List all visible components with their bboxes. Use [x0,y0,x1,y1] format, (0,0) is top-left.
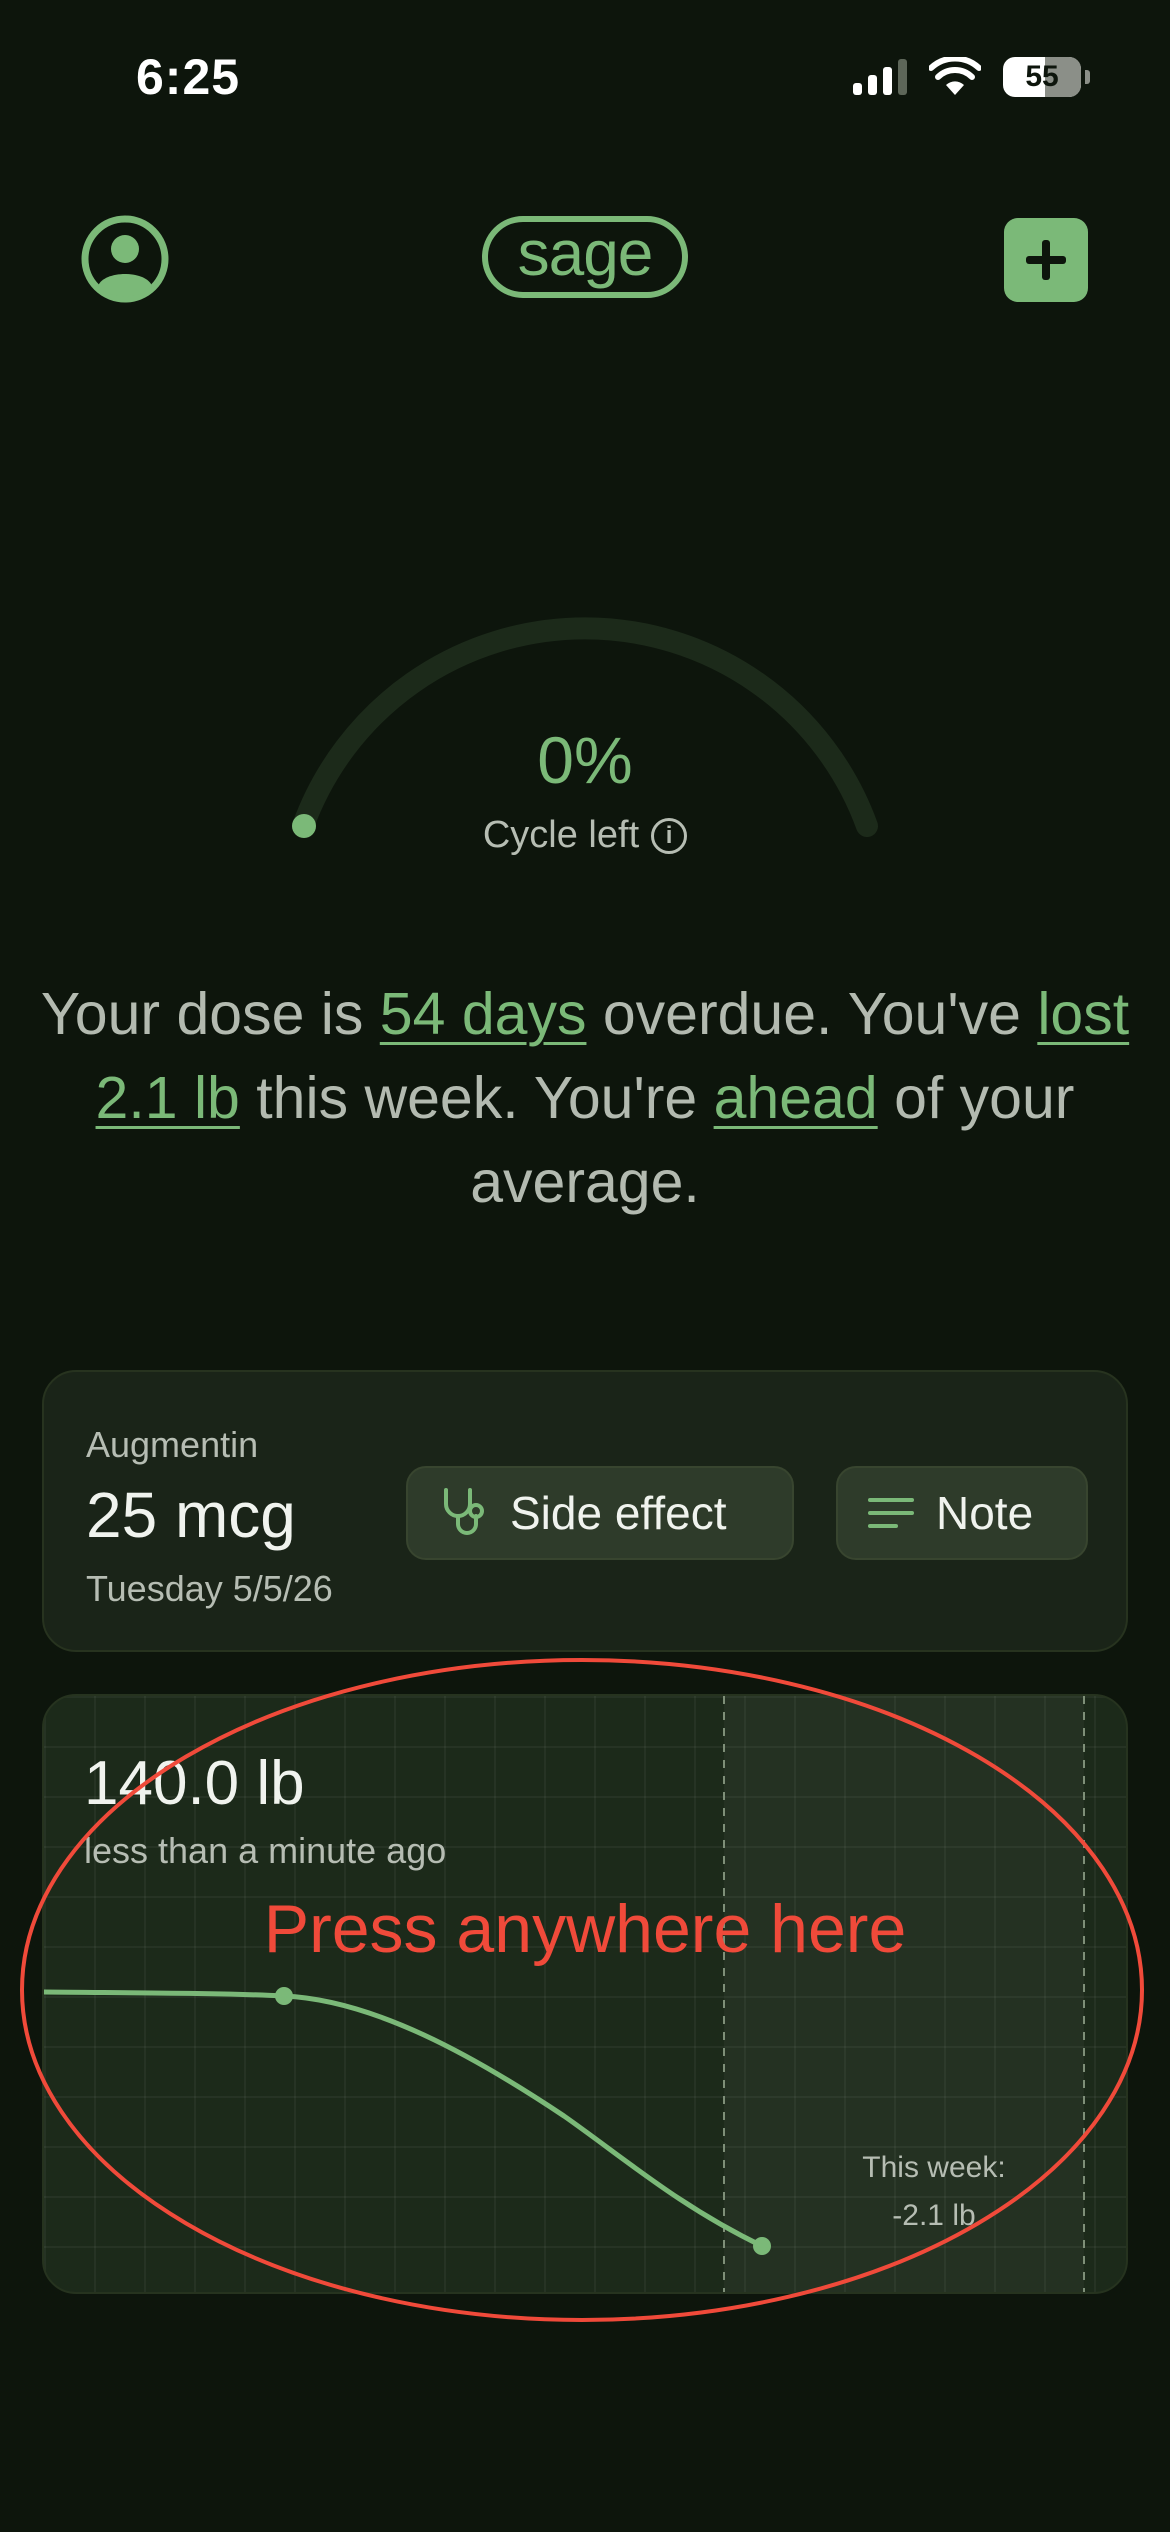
overdue-link[interactable]: 54 days [380,981,587,1047]
summary-text: overdue. You've [586,981,1038,1047]
dose-summary: Your dose is 54 days overdue. You've los… [40,972,1130,1224]
info-icon[interactable]: i [651,817,688,854]
summary-text: this week. You're [239,1065,714,1131]
add-button[interactable] [1004,218,1088,302]
battery-tip [1085,70,1090,84]
cellular-signal-icon [853,59,907,95]
screen: 6:25 55 sage 0% Cycle left i Your dose i… [0,0,1170,2532]
gauge-value: 0% [537,723,633,797]
weight-point-previous [275,1987,293,2005]
battery-icon: 55 [1003,57,1081,97]
dose-card: Augmentin 25 mcg Tuesday 5/5/26 Side eff… [42,1370,1128,1652]
plus-icon [1026,240,1066,280]
logo-text: sage [517,217,654,289]
stethoscope-icon [444,1488,484,1535]
weight-point-current [753,2237,771,2255]
weight-trend-line [44,1989,765,2249]
summary-text: Your dose is [40,981,380,1047]
note-button[interactable]: Note [836,1466,1088,1560]
status-icons: 55 [853,54,1090,100]
status-time: 6:25 [136,49,241,105]
sage-logo: sage [482,216,688,298]
note-lines-icon [868,1498,914,1528]
week-label: This week: [862,2151,1006,2184]
side-effect-button[interactable]: Side effect [406,1466,794,1560]
weight-updated-time: less than a minute ago [84,1830,447,1871]
medication-dose: 25 mcg [86,1479,296,1551]
current-weight: 140.0 lb [84,1749,305,1818]
side-effect-label: Side effect [510,1487,727,1539]
annotation-text: Press anywhere here [263,1891,907,1967]
gauge-label: Cycle left [482,814,640,856]
note-label: Note [936,1487,1034,1539]
week-change-label: This week: -2.1 lb [824,2144,1044,2240]
header: sage [0,210,1170,306]
dose-date: Tuesday 5/5/26 [86,1568,333,1609]
gauge-label-row: Cycle left i [0,814,1170,857]
profile-icon[interactable] [80,214,170,304]
wifi-icon [929,57,981,95]
ahead-link[interactable]: ahead [714,1065,878,1131]
weight-card[interactable]: 140.0 lb less than a minute ago This wee… [42,1694,1128,2294]
battery-level: 55 [1025,60,1059,93]
week-change: -2.1 lb [892,2199,976,2232]
medication-name: Augmentin [86,1424,259,1465]
